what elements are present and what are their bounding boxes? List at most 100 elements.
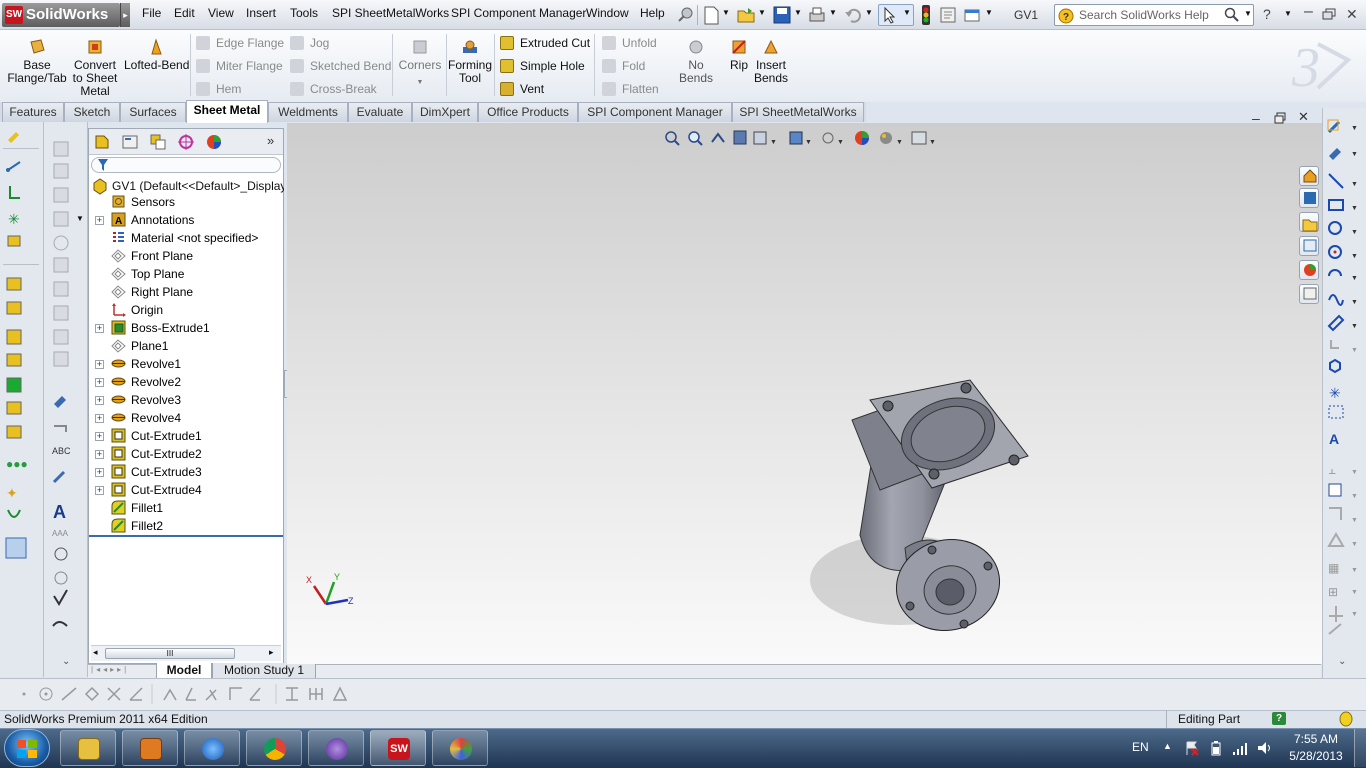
miter-flange-button[interactable]: Miter Flange (196, 59, 283, 73)
menu-file[interactable]: File (142, 6, 161, 20)
right-toolbar-dropdown-arrows-icon[interactable]: ▼ ▼ ▼ ▼ ▼ ▼ ▼ ▼ ▼ ▼ ▼ ▼ ▼ ▼ ▼ ▼ ▼ (1351, 120, 1361, 660)
taskbar-media-player[interactable] (122, 730, 178, 766)
relations-toolbar-icons[interactable] (14, 684, 354, 704)
new-document-icon[interactable] (702, 5, 720, 25)
menu-window[interactable]: Window (586, 6, 629, 20)
tree-item[interactable]: Plane1 (89, 337, 283, 355)
tree-item[interactable]: + Cut-Extrude4 (89, 481, 283, 499)
menu-insert[interactable]: Insert (246, 6, 276, 20)
tree-item[interactable]: + Revolve2 (89, 373, 283, 391)
rip-button[interactable]: Rip (726, 34, 752, 72)
edge-flange-button[interactable]: Edge Flange (196, 36, 284, 50)
feature-tree-filter-input[interactable] (91, 157, 281, 173)
scroll-right-icon[interactable]: ▸ (269, 647, 274, 658)
tree-item[interactable]: + Cut-Extrude1 (89, 427, 283, 445)
show-hidden-icons-icon[interactable]: ▲ (1163, 741, 1172, 751)
show-desktop-button[interactable] (1354, 729, 1366, 767)
tree-item[interactable]: Front Plane (89, 247, 283, 265)
network-signal-icon[interactable] (1232, 742, 1248, 756)
tree-expand-icon[interactable]: + (95, 396, 104, 405)
menu-spi-component-manager[interactable]: SPI Component Manager (451, 6, 586, 20)
tree-expand-icon[interactable]: + (95, 432, 104, 441)
tab-sketch[interactable]: Sketch (64, 102, 120, 122)
menu-view[interactable]: View (208, 6, 234, 20)
no-bends-button[interactable]: No Bends (670, 34, 722, 85)
tree-item[interactable]: + Cut-Extrude3 (89, 463, 283, 481)
status-help-icon[interactable]: ? (1272, 712, 1286, 725)
tree-item[interactable]: Fillet2 (89, 517, 283, 535)
tree-item[interactable]: Fillet1 (89, 499, 283, 517)
tree-item[interactable]: Origin (89, 301, 283, 319)
tab-evaluate[interactable]: Evaluate (348, 102, 412, 122)
forming-tool-button[interactable]: Forming Tool (448, 34, 492, 85)
flatten-button[interactable]: Flatten (602, 82, 659, 96)
tab-features[interactable]: Features (2, 102, 64, 122)
new-dropdown-icon[interactable]: ▼ (722, 8, 730, 17)
viewport-close-icon[interactable]: ✕ (1298, 109, 1309, 125)
insert-bends-button[interactable]: Insert Bends (752, 34, 790, 85)
tree-expand-icon[interactable]: + (95, 450, 104, 459)
lofted-bend-button[interactable]: Lofted-Bend (124, 34, 189, 72)
tree-item[interactable]: + Cut-Extrude2 (89, 445, 283, 463)
tree-item[interactable]: + Revolve1 (89, 355, 283, 373)
tree-expand-icon[interactable]: + (95, 324, 104, 333)
help-icon[interactable]: ? (1263, 6, 1271, 22)
clock-date[interactable]: 5/28/2013 (1286, 749, 1346, 763)
undo-icon[interactable] (843, 5, 863, 25)
save-icon[interactable] (772, 5, 792, 25)
jog-button[interactable]: Jog (290, 36, 329, 50)
action-center-flag-icon[interactable] (1184, 740, 1200, 756)
tree-item[interactable]: + Boss-Extrude1 (89, 319, 283, 337)
tree-expand-icon[interactable]: + (95, 414, 104, 423)
toolbar-expand-icon[interactable]: ⌄ (62, 656, 70, 667)
volume-icon[interactable] (1256, 740, 1272, 756)
menu-spi-sheetmetalworks[interactable]: SPI SheetMetalWorks (332, 6, 449, 20)
undo-dropdown-icon[interactable]: ▼ (865, 8, 873, 17)
corners-dropdown-icon[interactable]: ▼ (398, 76, 442, 89)
tab-motion-study-1[interactable]: Motion Study 1 (212, 663, 316, 679)
tab-sheet-metal[interactable]: Sheet Metal (186, 100, 268, 123)
corners-button[interactable]: Corners ▼ (398, 34, 442, 89)
scroll-left-icon[interactable]: ◂ (93, 647, 98, 658)
display-manager-tab-icon[interactable] (205, 133, 223, 151)
file-properties-icon[interactable] (938, 5, 958, 25)
feature-manager-tab-icon[interactable] (93, 133, 111, 151)
rollback-bar[interactable] (89, 535, 283, 537)
tree-expand-icon[interactable]: + (95, 486, 104, 495)
fold-button[interactable]: Fold (602, 59, 645, 73)
viewport-minimize-icon[interactable]: – (1252, 110, 1260, 126)
taskbar-paint[interactable] (432, 730, 488, 766)
tab-spi-component-manager[interactable]: SPI Component Manager (578, 102, 732, 122)
pin-icon[interactable] (676, 6, 694, 24)
print-icon[interactable] (807, 5, 827, 25)
close-icon[interactable]: ✕ (1346, 6, 1358, 23)
taskbar-explorer[interactable] (60, 730, 116, 766)
unfold-button[interactable]: Unfold (602, 36, 657, 50)
scroll-thumb[interactable]: III (105, 648, 235, 659)
taskbar-chrome[interactable] (246, 730, 302, 766)
search-icon[interactable] (1224, 7, 1240, 23)
tree-item[interactable]: Material <not specified> (89, 229, 283, 247)
taskbar-media-app[interactable] (308, 730, 364, 766)
menu-edit[interactable]: Edit (174, 6, 195, 20)
tree-item[interactable]: + A Annotations (89, 211, 283, 229)
search-dropdown-icon[interactable]: ▼ (1244, 9, 1252, 18)
language-indicator[interactable]: EN (1132, 740, 1149, 754)
panel-expand-arrows-icon[interactable]: » (267, 133, 274, 148)
filter-funnel-icon[interactable] (97, 158, 109, 172)
tree-expand-icon[interactable]: + (95, 468, 104, 477)
taskbar-internet-explorer[interactable] (184, 730, 240, 766)
convert-to-sheet-metal-button[interactable]: Convert to Sheet Metal (70, 34, 120, 98)
tab-surfaces[interactable]: Surfaces (120, 102, 186, 122)
clock-time[interactable]: 7:55 AM (1286, 732, 1346, 746)
menu-help[interactable]: Help (640, 6, 665, 20)
open-folder-icon[interactable] (736, 5, 756, 25)
viewport-restore-icon[interactable] (1274, 112, 1286, 124)
minimize-icon[interactable]: – (1304, 3, 1313, 21)
tree-expand-icon[interactable]: + (95, 360, 104, 369)
logo-flyout-arrow-icon[interactable]: ▸ (120, 3, 130, 27)
sketched-bend-button[interactable]: Sketched Bend (290, 59, 391, 73)
taskbar-solidworks[interactable]: SW (370, 730, 426, 766)
tree-expand-icon[interactable]: + (95, 378, 104, 387)
vent-button[interactable]: Vent (500, 82, 544, 96)
